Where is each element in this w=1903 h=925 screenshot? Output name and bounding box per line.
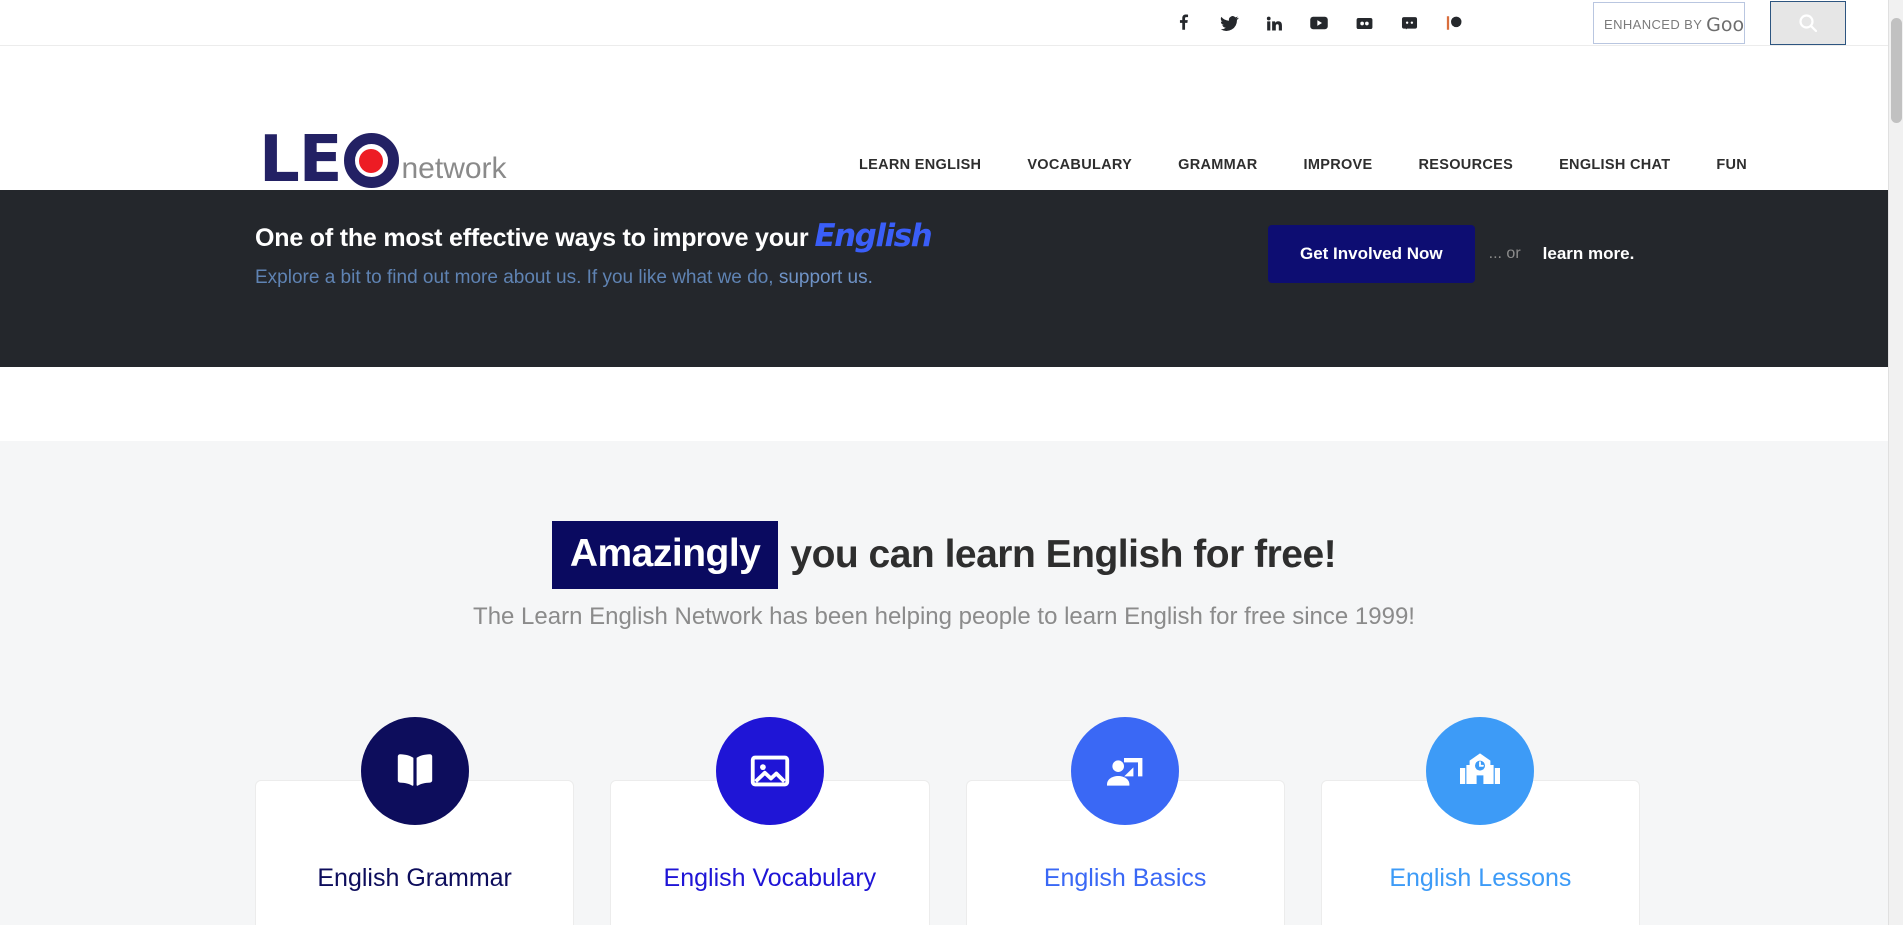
section-divider xyxy=(0,367,1888,441)
card-english-grammar[interactable]: English Grammar xyxy=(255,717,575,925)
features-subheading: The Learn English Network has been helpi… xyxy=(473,603,1415,630)
nav-item-fun[interactable]: FUN xyxy=(1693,157,1770,173)
nav-item-english-chat[interactable]: ENGLISH CHAT xyxy=(1536,157,1693,173)
logo-red-dot xyxy=(359,148,383,173)
image-icon xyxy=(750,755,790,787)
nav-item-resources[interactable]: RESOURCES xyxy=(1396,157,1537,173)
feature-cards: English Grammar English Vocabulary Engli… xyxy=(255,717,1640,925)
card-title: English Lessons xyxy=(1389,864,1572,892)
features-heading: Amazingly you can learn English for free! xyxy=(0,521,1888,589)
cta-or-text: ... or xyxy=(1488,245,1521,262)
search-placeholder: ENHANCED BY Goo xyxy=(1604,14,1745,36)
heading-highlight: Amazingly xyxy=(551,521,779,589)
card-icon-circle xyxy=(1426,717,1535,825)
scrollbar-thumb[interactable] xyxy=(1891,18,1902,123)
support-us-link[interactable]: support us. xyxy=(779,267,873,288)
card-english-lessons[interactable]: English Lessons xyxy=(1320,717,1640,925)
heading-rest: you can learn English for free! xyxy=(790,533,1337,576)
card-title: English Basics xyxy=(1043,864,1207,892)
site-logo[interactable]: LE network xyxy=(259,128,507,193)
discord-icon[interactable] xyxy=(1399,13,1419,33)
nav-item-grammar[interactable]: GRAMMAR xyxy=(1155,157,1280,173)
school-icon xyxy=(1460,753,1501,784)
search-icon xyxy=(1799,14,1818,33)
vertical-scrollbar[interactable] xyxy=(1888,0,1903,925)
top-utility-bar: ENHANCED BY Goo xyxy=(0,0,1888,46)
search-area: ENHANCED BY Goo xyxy=(1593,1,1846,45)
logo-text: LE xyxy=(259,128,399,193)
nav-item-vocabulary[interactable]: VOCABULARY xyxy=(1004,157,1155,173)
card-title: English Grammar xyxy=(317,864,512,892)
social-links xyxy=(1174,0,1464,46)
youtube-icon[interactable] xyxy=(1309,13,1329,33)
hero-title: One of the most effective ways to improv… xyxy=(255,218,933,254)
flickr-icon[interactable] xyxy=(1354,13,1374,33)
get-involved-button[interactable]: Get Involved Now xyxy=(1268,225,1475,283)
hero-banner: One of the most effective ways to improv… xyxy=(0,190,1888,367)
presentation-icon xyxy=(1107,758,1143,786)
nav-item-learn-english[interactable]: LEARN ENGLISH xyxy=(836,157,1004,173)
linkedin-icon[interactable] xyxy=(1264,13,1284,33)
card-icon-circle xyxy=(715,717,824,825)
hero-cta-group: Get Involved Now ... or learn more. xyxy=(1268,225,1634,283)
hero-text-block: One of the most effective ways to improv… xyxy=(255,218,933,289)
search-button[interactable] xyxy=(1770,1,1846,45)
patreon-icon[interactable] xyxy=(1444,13,1464,33)
site-header: LE network LEARN ENGLISH VOCABULARY GRAM… xyxy=(0,47,1888,193)
features-section: Amazingly you can learn English for free!… xyxy=(0,441,1888,925)
main-navigation: LEARN ENGLISH VOCABULARY GRAMMAR IMPROVE… xyxy=(836,157,1770,173)
card-english-vocabulary[interactable]: English Vocabulary xyxy=(610,717,930,925)
search-input[interactable]: ENHANCED BY Goo xyxy=(1593,2,1745,44)
logo-suffix: network xyxy=(401,152,507,185)
hero-title-accent: English xyxy=(814,218,932,254)
card-english-basics[interactable]: English Basics xyxy=(965,717,1285,925)
card-icon-circle xyxy=(1071,717,1180,825)
card-icon-circle xyxy=(360,717,469,825)
page-viewport: ENHANCED BY Goo LE network LEARN ENGLISH xyxy=(0,0,1888,925)
twitter-icon[interactable] xyxy=(1219,13,1239,33)
logo-o-mark xyxy=(343,133,399,188)
facebook-icon[interactable] xyxy=(1174,13,1194,33)
card-title: English Vocabulary xyxy=(663,864,877,892)
nav-item-improve[interactable]: IMPROVE xyxy=(1281,157,1396,173)
learn-more-link[interactable]: learn more. xyxy=(1543,244,1635,264)
hero-subtitle: Explore a bit to find out more about us.… xyxy=(255,267,873,288)
book-icon xyxy=(397,754,432,786)
